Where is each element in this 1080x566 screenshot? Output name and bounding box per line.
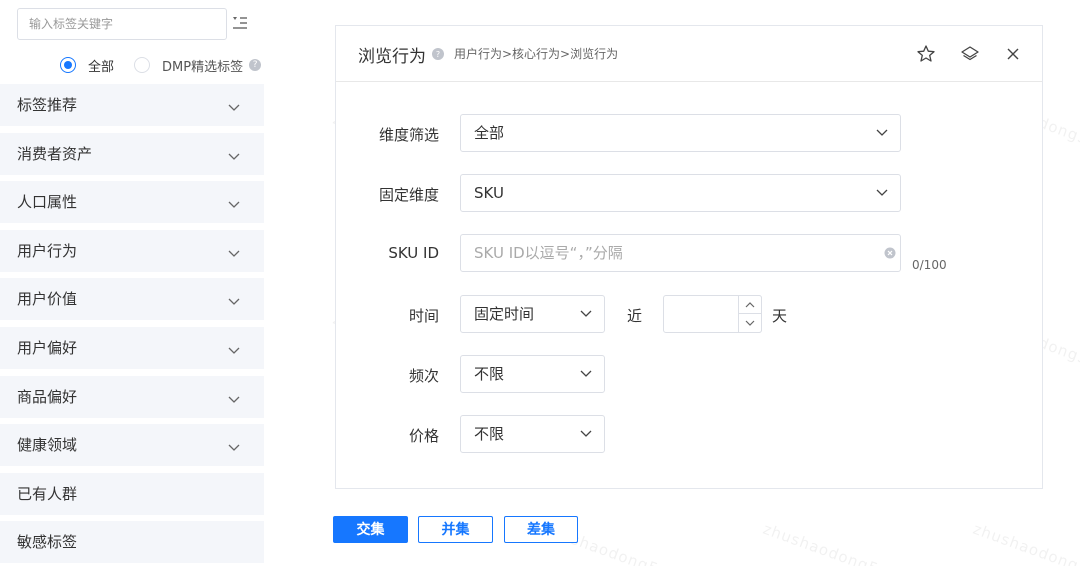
decrement-button[interactable] [739,314,761,332]
sidebar-item-label: 已有人群 [17,484,78,503]
radio-dmp-label: DMP精选标签 [162,59,244,75]
chevron-down-icon [876,129,888,136]
chevron-down-icon [745,320,755,326]
chevron-down-icon [580,430,592,437]
chevron-down-icon [228,298,240,306]
sidebar-item-tag-recommend[interactable]: 标签推荐 [0,84,264,126]
tag-sidebar: 输入标签关键字 全部 DMP精选标签 ? 标签推荐 消费者资产 人口属性 用户行… [0,0,270,566]
sidebar-item-label: 敏感标签 [17,533,78,552]
radio-all[interactable] [60,57,76,73]
sidebar-item-user-value[interactable]: 用户价值 [0,278,264,321]
radio-dmp-selected[interactable] [134,57,151,73]
dimension-filter-label: 维度筛选 [378,126,439,144]
sku-id-label: SKU ID [388,244,439,262]
help-icon[interactable]: ? [432,48,444,60]
days-unit-label: 天 [772,307,788,325]
sidebar-item-label: 用户行为 [17,241,78,260]
sidebar-item-label: 消费者资产 [17,144,93,163]
chevron-down-icon [228,201,240,209]
tag-search-input[interactable]: 输入标签关键字 [17,8,227,40]
radio-all-label: 全部 [88,59,115,75]
svg-text:?: ? [436,50,440,59]
sidebar-item-product-preference[interactable]: 商品偏好 [0,375,264,418]
watermark: zhushaodong5 [970,519,1080,566]
time-type-select[interactable]: 固定时间 [460,295,605,333]
chevron-down-icon [228,347,240,354]
sku-id-placeholder: SKU ID以逗号“，”分隔 [474,244,623,262]
filter-list-icon[interactable] [232,14,248,32]
increment-button[interactable] [739,296,761,314]
breadcrumb: 用户行为>核心行为>浏览行为 [454,47,619,61]
sidebar-item-label: 标签推荐 [17,96,78,114]
chevron-up-icon [745,301,755,307]
sidebar-item-health[interactable]: 健康领域 [0,424,264,467]
tag-category-menu: 标签推荐 消费者资产 人口属性 用户行为 用户价值 用户偏好 商品偏好 健康领域… [0,84,264,566]
fixed-dimension-select[interactable]: SKU [460,174,901,212]
sidebar-item-sensitive-tags[interactable]: 敏感标签 [0,521,264,564]
price-select[interactable]: 不限 [460,415,605,453]
sku-id-input[interactable]: SKU ID以逗号“，”分隔 [460,234,901,272]
days-stepper[interactable] [663,295,762,333]
fixed-dimension-value: SKU [474,184,504,202]
fixed-dimension-label: 固定维度 [378,186,439,204]
sidebar-item-label: 商品偏好 [17,387,78,406]
chevron-down-icon [876,189,888,196]
price-label: 价格 [408,427,439,445]
sidebar-item-existing-audience[interactable]: 已有人群 [0,472,264,515]
panel-header: 浏览行为 ? 用户行为>核心行为>浏览行为 [336,26,1042,82]
time-label: 时间 [408,307,439,325]
chevron-down-icon [228,444,240,452]
layers-icon[interactable] [960,44,980,64]
sidebar-item-consumer-assets[interactable]: 消费者资产 [0,132,264,175]
frequency-select[interactable]: 不限 [460,355,605,393]
price-value: 不限 [474,425,505,443]
sku-id-counter: 0/100 [912,258,947,272]
tag-scope-radio-group: 全部 DMP精选标签 ? [60,55,262,75]
near-label: 近 [627,307,643,325]
chevron-down-icon [228,396,240,403]
sidebar-item-label: 用户偏好 [17,338,78,357]
star-icon[interactable] [916,44,936,64]
union-button[interactable]: 并集 [418,516,493,543]
difference-button[interactable]: 差集 [504,516,578,543]
chevron-down-icon [228,250,240,257]
time-type-value: 固定时间 [474,305,535,323]
chevron-down-icon [580,310,592,317]
panel-title: 浏览行为 [358,47,426,67]
help-icon[interactable]: ? [249,59,262,71]
sidebar-item-label: 健康领域 [17,436,78,455]
sidebar-item-label: 人口属性 [17,193,78,212]
sidebar-item-demographics[interactable]: 人口属性 [0,181,264,224]
chevron-down-icon [580,370,592,377]
sidebar-item-user-behavior[interactable]: 用户行为 [0,229,264,272]
stepper-buttons [738,295,762,333]
clear-icon[interactable] [884,247,896,259]
frequency-label: 频次 [408,367,439,385]
chevron-down-icon [228,153,240,160]
dimension-filter-value: 全部 [474,124,505,142]
tag-config-panel: 浏览行为 ? 用户行为>核心行为>浏览行为 维度筛选 全部 固定维度 SKU S… [335,25,1043,489]
sidebar-item-user-preference[interactable]: 用户偏好 [0,326,264,369]
dimension-filter-select[interactable]: 全部 [460,114,901,152]
watermark: zhushaodong5 [760,519,882,566]
frequency-value: 不限 [474,365,505,383]
close-icon[interactable] [1003,44,1023,64]
sidebar-item-label: 用户价值 [17,290,78,309]
chevron-down-icon [228,104,240,111]
page: zhushaodong5 zhushaodong5 zhushaodong5 z… [0,0,1080,566]
intersection-button[interactable]: 交集 [333,516,408,543]
